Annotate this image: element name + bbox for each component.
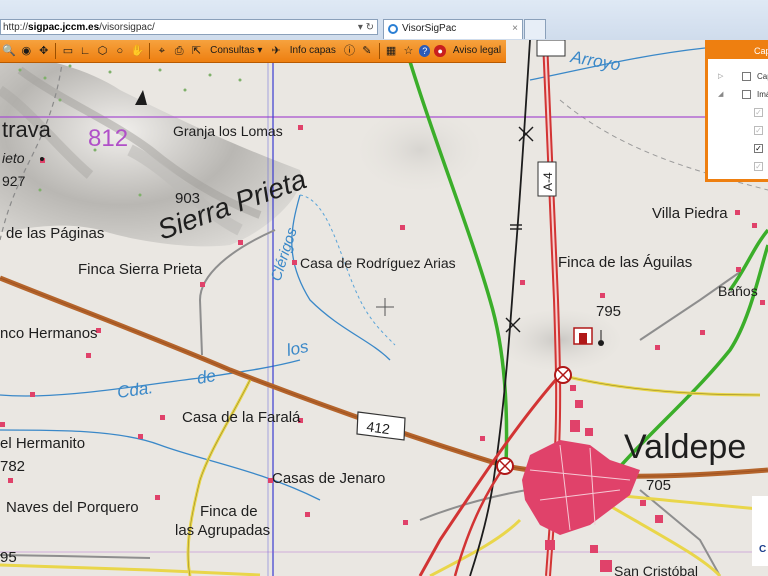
sublayer-checkbox[interactable]: ✓ <box>754 108 763 117</box>
zoom-icon[interactable]: 🔍 <box>2 43 16 59</box>
layer-checkbox[interactable] <box>742 72 751 81</box>
collapse-icon[interactable]: ◢ <box>718 88 723 102</box>
legal-icon[interactable]: ● <box>434 45 446 57</box>
layer-label: Imá <box>757 90 768 99</box>
edit-icon[interactable]: ✎ <box>360 43 373 59</box>
label-elev-812: 812 <box>88 125 128 152</box>
sublayer-checkbox[interactable]: ✓ <box>754 162 763 171</box>
consultas-menu[interactable]: Consultas ▾ <box>207 43 265 59</box>
globe-icon[interactable]: ◉ <box>20 43 33 59</box>
url-path: /visorsigpac/ <box>99 22 155 33</box>
layer-row[interactable]: ◢ Imá <box>708 88 768 102</box>
toolbar-separator <box>55 43 57 59</box>
sublayer-row[interactable]: ✓ <box>708 142 768 156</box>
browser-tab[interactable]: VisorSigPac × <box>383 19 523 39</box>
label-elev-782: 782 <box>0 458 25 475</box>
label-road-412: 412 <box>366 418 392 437</box>
arrows-icon[interactable]: ✥ <box>37 43 50 59</box>
polygon-icon[interactable]: ⬡ <box>96 43 109 59</box>
url-prefix: http:// <box>3 22 29 33</box>
circle-icon[interactable]: ○ <box>113 43 126 59</box>
consultas-label: Consultas <box>210 45 255 56</box>
label-elev-705: 705 <box>646 477 671 494</box>
label-hermanos: nco Hermanos <box>0 325 98 342</box>
label-naves: Naves del Porquero <box>6 499 139 516</box>
label-a4: A-4 <box>541 172 555 191</box>
label-finca-sierra: Finca Sierra Prieta <box>78 261 203 278</box>
identify-icon[interactable]: ⌖ <box>155 43 168 59</box>
layers-info-icon[interactable]: ✈ <box>269 43 282 59</box>
label-elev-927: 927 <box>2 173 26 189</box>
info-icon[interactable]: ⓘ <box>343 43 356 59</box>
corner-logo: C <box>752 496 768 566</box>
label-ieto: ieto <box>2 150 25 166</box>
label-rodriguez: Casa de Rodríguez Arias <box>300 255 456 271</box>
layer-checkbox[interactable] <box>742 90 751 99</box>
angle-icon[interactable]: ∟ <box>79 43 92 59</box>
query-cursor-icon[interactable]: ⇱ <box>190 43 203 59</box>
url-domain: sigpac.jccm.es <box>28 22 100 33</box>
close-tab-icon[interactable]: × <box>512 20 518 38</box>
ruler-icon[interactable]: ▭ <box>61 43 74 59</box>
label-trava: trava <box>2 117 52 142</box>
info-capas-button[interactable]: Info capas <box>287 43 339 59</box>
sublayer-row[interactable]: ✓ <box>708 124 768 138</box>
label-aguilas: Finca de las Águilas <box>558 254 692 271</box>
aviso-legal-button[interactable]: Aviso legal <box>450 43 504 59</box>
corner-mark: C <box>759 544 767 555</box>
sublayer-checkbox[interactable]: ✓ <box>754 144 763 153</box>
map-toolbar: 🔍 ◉ ✥ ▭ ∟ ⬡ ○ ✋ ⌖ ⎙ ⇱ Consultas ▾ ✈ Info… <box>0 40 506 63</box>
layer-label: Cap <box>757 72 768 81</box>
label-san-cristobal: San Cristóbal <box>614 563 698 576</box>
star-icon[interactable]: ☆ <box>402 43 415 59</box>
sublayer-checkbox[interactable]: ✓ <box>754 126 763 135</box>
toolbar-separator <box>378 43 380 59</box>
new-tab-button[interactable] <box>524 19 546 39</box>
print-icon[interactable]: ⎙ <box>173 43 186 59</box>
label-paginas: de las Páginas <box>6 225 104 242</box>
label-de: de <box>195 366 217 388</box>
label-agrupadas-2: las Agrupadas <box>175 522 270 539</box>
label-villa-piedra: Villa Piedra <box>652 205 728 222</box>
pan-hand-icon[interactable]: ✋ <box>131 43 145 59</box>
label-farala: Casa de la Faralá <box>182 409 301 426</box>
label-jenaro: Casas de Jenaro <box>272 470 385 487</box>
browser-chrome: http://sigpac.jccm.es/visorsigpac/ ▾ ↻ V… <box>0 0 768 40</box>
help-icon[interactable]: ? <box>419 45 431 57</box>
tab-title: VisorSigPac <box>402 23 457 34</box>
layers-panel-header[interactable]: Cap <box>708 43 768 59</box>
a4-road-shield <box>536 40 566 57</box>
sublayer-row[interactable]: ✓ <box>708 106 768 120</box>
toolbar-separator <box>149 43 151 59</box>
label-elev-95: 95 <box>0 549 17 566</box>
layer-row[interactable]: ▷ Cap <box>708 70 768 84</box>
address-controls[interactable]: ▾ ↻ <box>358 20 374 34</box>
address-bar[interactable]: http://sigpac.jccm.es/visorsigpac/ ▾ ↻ <box>0 19 378 35</box>
ie-icon <box>388 24 398 34</box>
topographic-map[interactable]: trava ieto 927 812 Granja los Lomas 903 … <box>0 40 768 576</box>
label-hermanito: el Hermanito <box>0 435 85 452</box>
layers-panel: Cap ▷ Cap ◢ Imá ✓ ✓ ✓ ✓ <box>705 40 768 182</box>
label-valdepenas: Valdepe <box>624 428 746 466</box>
chevron-down-icon: ▾ <box>257 45 263 56</box>
label-elev-795: 795 <box>596 303 621 320</box>
label-granja: Granja los Lomas <box>173 123 283 139</box>
table-icon[interactable]: ▦ <box>384 43 397 59</box>
label-banos: Baños <box>718 283 758 299</box>
sublayer-row[interactable]: ✓ <box>708 160 768 174</box>
label-agrupadas-1: Finca de <box>200 503 258 520</box>
expand-icon[interactable]: ▷ <box>718 70 723 84</box>
